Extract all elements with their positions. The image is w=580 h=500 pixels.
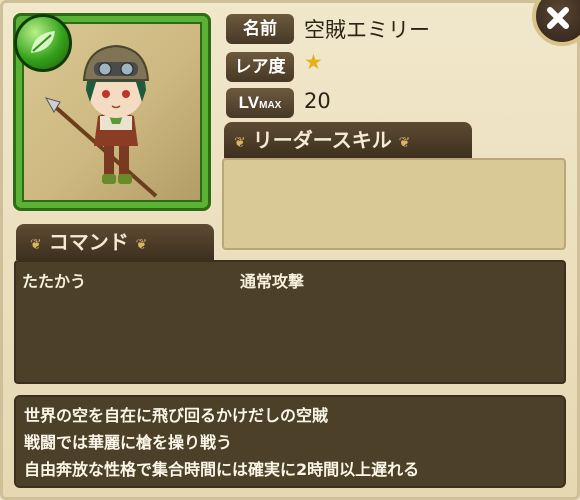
command-box: たたかう 通常攻撃 [14,260,566,384]
ornament-icon: ❦ [30,237,42,253]
character-name: 空賊エミリー [304,18,430,42]
description-line: 自由奔放な性格で集合時間には確実に2時間以上遅れる [24,460,420,479]
leaf-orb-icon [14,14,72,72]
ornament-icon: ❦ [398,135,411,151]
level-value: 20 [304,89,331,113]
level-max-label: MAX [259,100,282,111]
description-line: 戦闘では華麗に槍を操り戦う [24,433,233,452]
command-description: 通常攻撃 [240,272,305,291]
close-button[interactable] [532,0,580,46]
command-name: たたかう [22,272,87,291]
character-portrait-frame [13,13,211,211]
name-label: 名前 [226,14,294,44]
leader-skill-header: ❦ リーダースキル ❦ [224,122,472,158]
command-header: ❦ コマンド ❦ [16,224,214,260]
rarity-stars: ★ [304,50,323,74]
close-icon [547,7,569,29]
leader-skill-box [222,158,566,250]
ornament-icon: ❦ [135,237,148,253]
level-label: LVMAX [226,88,294,118]
description-line: 世界の空を自在に飛び回るかけだしの空賊 [24,406,329,425]
rarity-label: レア度 [226,52,294,82]
description-box: 世界の空を自在に飛び回るかけだしの空賊 戦闘では華麗に槍を操り戦う 自由奔放な性… [14,395,566,488]
ornament-icon: ❦ [234,135,246,151]
star-icon: ★ [304,50,323,74]
